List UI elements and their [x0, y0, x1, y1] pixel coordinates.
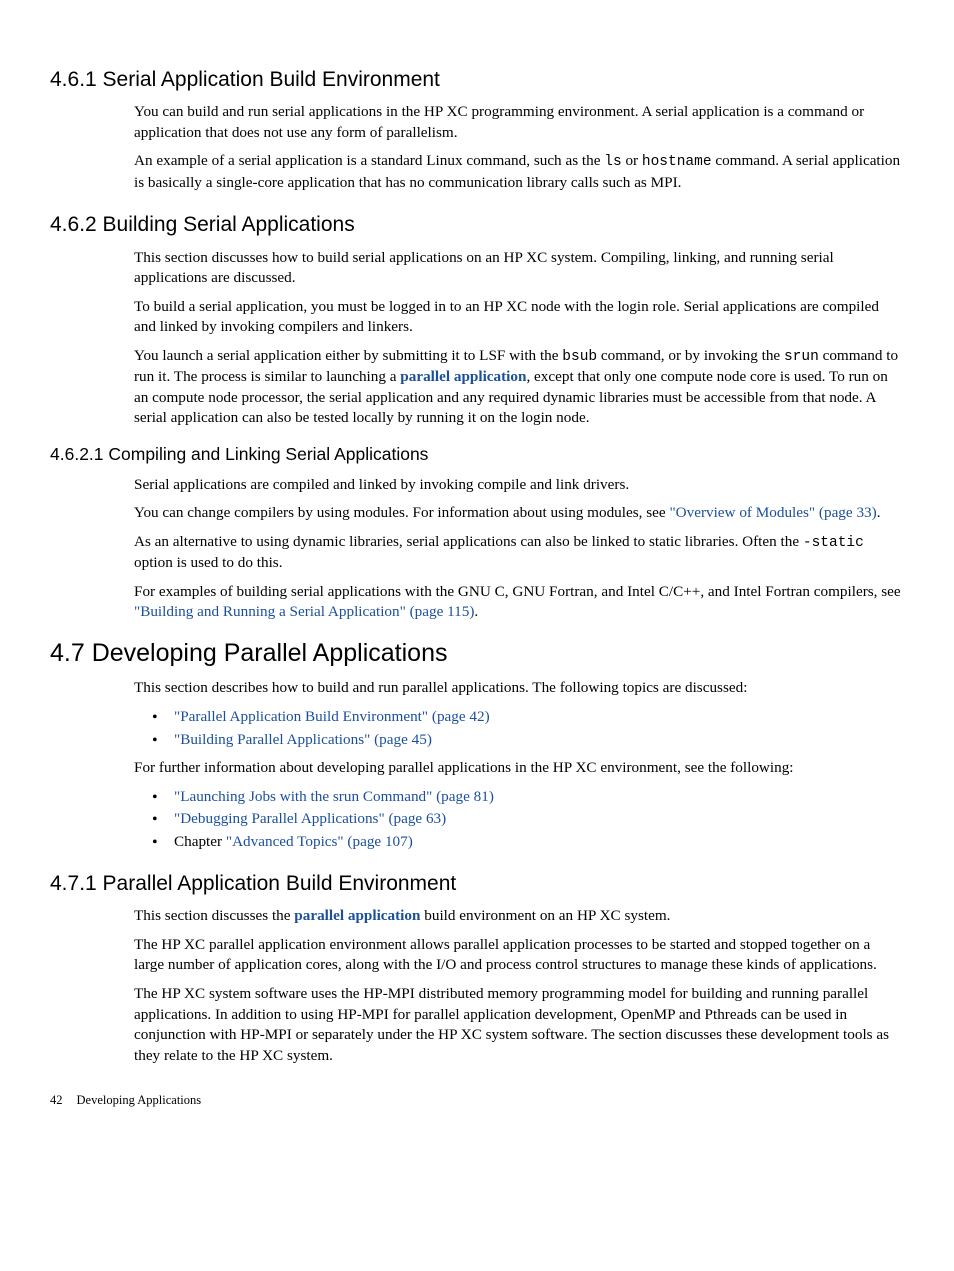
text: As an alternative to using dynamic libra… — [134, 533, 803, 550]
text: You launch a serial application either b… — [134, 347, 562, 364]
text: build environment on an HP XC system. — [420, 907, 670, 924]
paragraph: You can change compilers by using module… — [134, 503, 904, 524]
heading-47: 4.7 Developing Parallel Applications — [50, 637, 904, 671]
link-building-parallel[interactable]: "Building Parallel Applications" (page 4… — [174, 731, 432, 748]
heading-471: 4.7.1 Parallel Application Build Environ… — [50, 870, 904, 898]
paragraph: For further information about developing… — [134, 758, 904, 779]
text: command, or by invoking the — [597, 347, 784, 364]
paragraph: An example of a serial application is a … — [134, 151, 904, 193]
list-item: "Launching Jobs with the srun Command" (… — [170, 787, 904, 808]
code-ls: ls — [604, 154, 621, 170]
text: For examples of building serial applicat… — [134, 583, 901, 600]
section-47-body: This section describes how to build and … — [134, 678, 904, 852]
paragraph: This section describes how to build and … — [134, 678, 904, 699]
bullet-list: "Launching Jobs with the srun Command" (… — [134, 787, 904, 853]
paragraph: You launch a serial application either b… — [134, 346, 904, 429]
paragraph: You can build and run serial application… — [134, 102, 904, 143]
text: option is used to do this. — [134, 554, 283, 571]
list-item: Chapter "Advanced Topics" (page 107) — [170, 832, 904, 853]
paragraph: As an alternative to using dynamic libra… — [134, 532, 904, 574]
link-parallel-build-env[interactable]: "Parallel Application Build Environment"… — [174, 708, 490, 725]
text: Chapter — [174, 833, 226, 850]
paragraph: Serial applications are compiled and lin… — [134, 475, 904, 496]
heading-4621: 4.6.2.1 Compiling and Linking Serial App… — [50, 443, 904, 467]
text: An example of a serial application is a … — [134, 152, 604, 169]
paragraph: The HP XC parallel application environme… — [134, 935, 904, 976]
link-launching-srun[interactable]: "Launching Jobs with the srun Command" (… — [174, 788, 494, 805]
text: or — [622, 152, 642, 169]
link-build-run-serial[interactable]: "Building and Running a Serial Applicati… — [134, 603, 474, 620]
footer-title: Developing Applications — [77, 1093, 202, 1107]
link-parallel-application[interactable]: parallel application — [400, 368, 526, 385]
heading-462: 4.6.2 Building Serial Applications — [50, 211, 904, 239]
link-parallel-application[interactable]: parallel application — [294, 907, 420, 924]
section-461-body: You can build and run serial application… — [134, 102, 904, 193]
paragraph: The HP XC system software uses the HP-MP… — [134, 984, 904, 1066]
paragraph: To build a serial application, you must … — [134, 297, 904, 338]
list-item: "Building Parallel Applications" (page 4… — [170, 730, 904, 751]
code-static: -static — [803, 535, 864, 551]
link-advanced-topics[interactable]: "Advanced Topics" (page 107) — [226, 833, 413, 850]
bullet-list: "Parallel Application Build Environment"… — [134, 707, 904, 750]
list-item: "Debugging Parallel Applications" (page … — [170, 809, 904, 830]
section-471-body: This section discusses the parallel appl… — [134, 906, 904, 1066]
heading-461: 4.6.1 Serial Application Build Environme… — [50, 66, 904, 94]
paragraph: This section discusses how to build seri… — [134, 248, 904, 289]
text: . — [877, 504, 881, 521]
text: This section discusses the — [134, 907, 294, 924]
link-debugging-parallel[interactable]: "Debugging Parallel Applications" (page … — [174, 810, 446, 827]
page-number: 42 — [50, 1092, 63, 1109]
page-footer: 42 Developing Applications — [50, 1092, 904, 1109]
section-462-body: This section discusses how to build seri… — [134, 248, 904, 429]
paragraph: This section discusses the parallel appl… — [134, 906, 904, 927]
code-hostname: hostname — [642, 154, 712, 170]
link-overview-modules[interactable]: "Overview of Modules" (page 33) — [669, 504, 876, 521]
paragraph: For examples of building serial applicat… — [134, 582, 904, 623]
section-4621-body: Serial applications are compiled and lin… — [134, 475, 904, 623]
text: You can change compilers by using module… — [134, 504, 669, 521]
code-srun: srun — [784, 349, 819, 365]
list-item: "Parallel Application Build Environment"… — [170, 707, 904, 728]
text: . — [474, 603, 478, 620]
code-bsub: bsub — [562, 349, 597, 365]
